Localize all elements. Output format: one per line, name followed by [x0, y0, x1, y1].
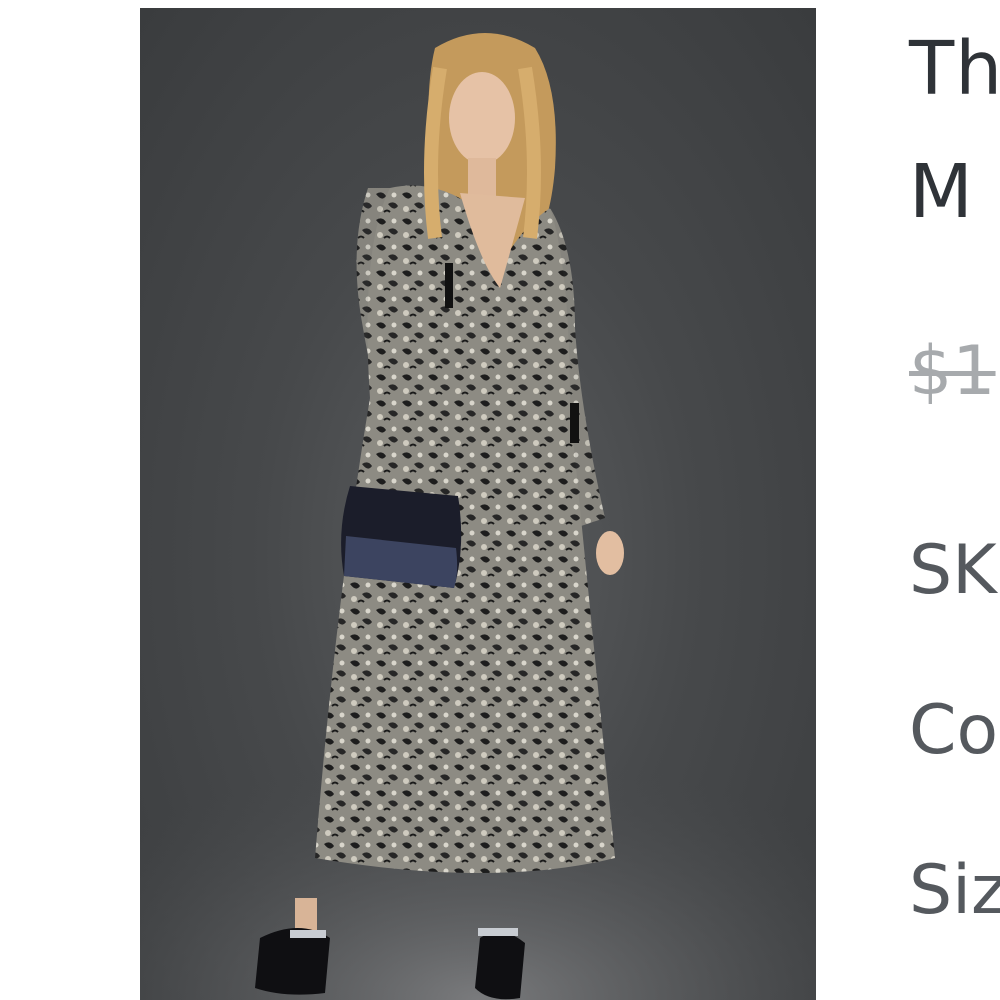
right-shoe: [475, 931, 525, 1000]
product-photo[interactable]: [140, 8, 816, 1000]
face: [449, 72, 515, 164]
color-label: Co: [909, 691, 999, 770]
original-price: $1: [909, 332, 996, 411]
product-title-line2: M: [909, 149, 974, 235]
size-label: Siz: [909, 851, 1000, 930]
product-title: Th: [909, 26, 1000, 112]
product-info-panel: Th M $1 SK Co Siz: [905, 0, 1000, 1000]
product-page: Th M $1 SK Co Siz: [0, 0, 1000, 1000]
model-illustration: [140, 33, 816, 1000]
sku-label: SK: [909, 531, 997, 610]
